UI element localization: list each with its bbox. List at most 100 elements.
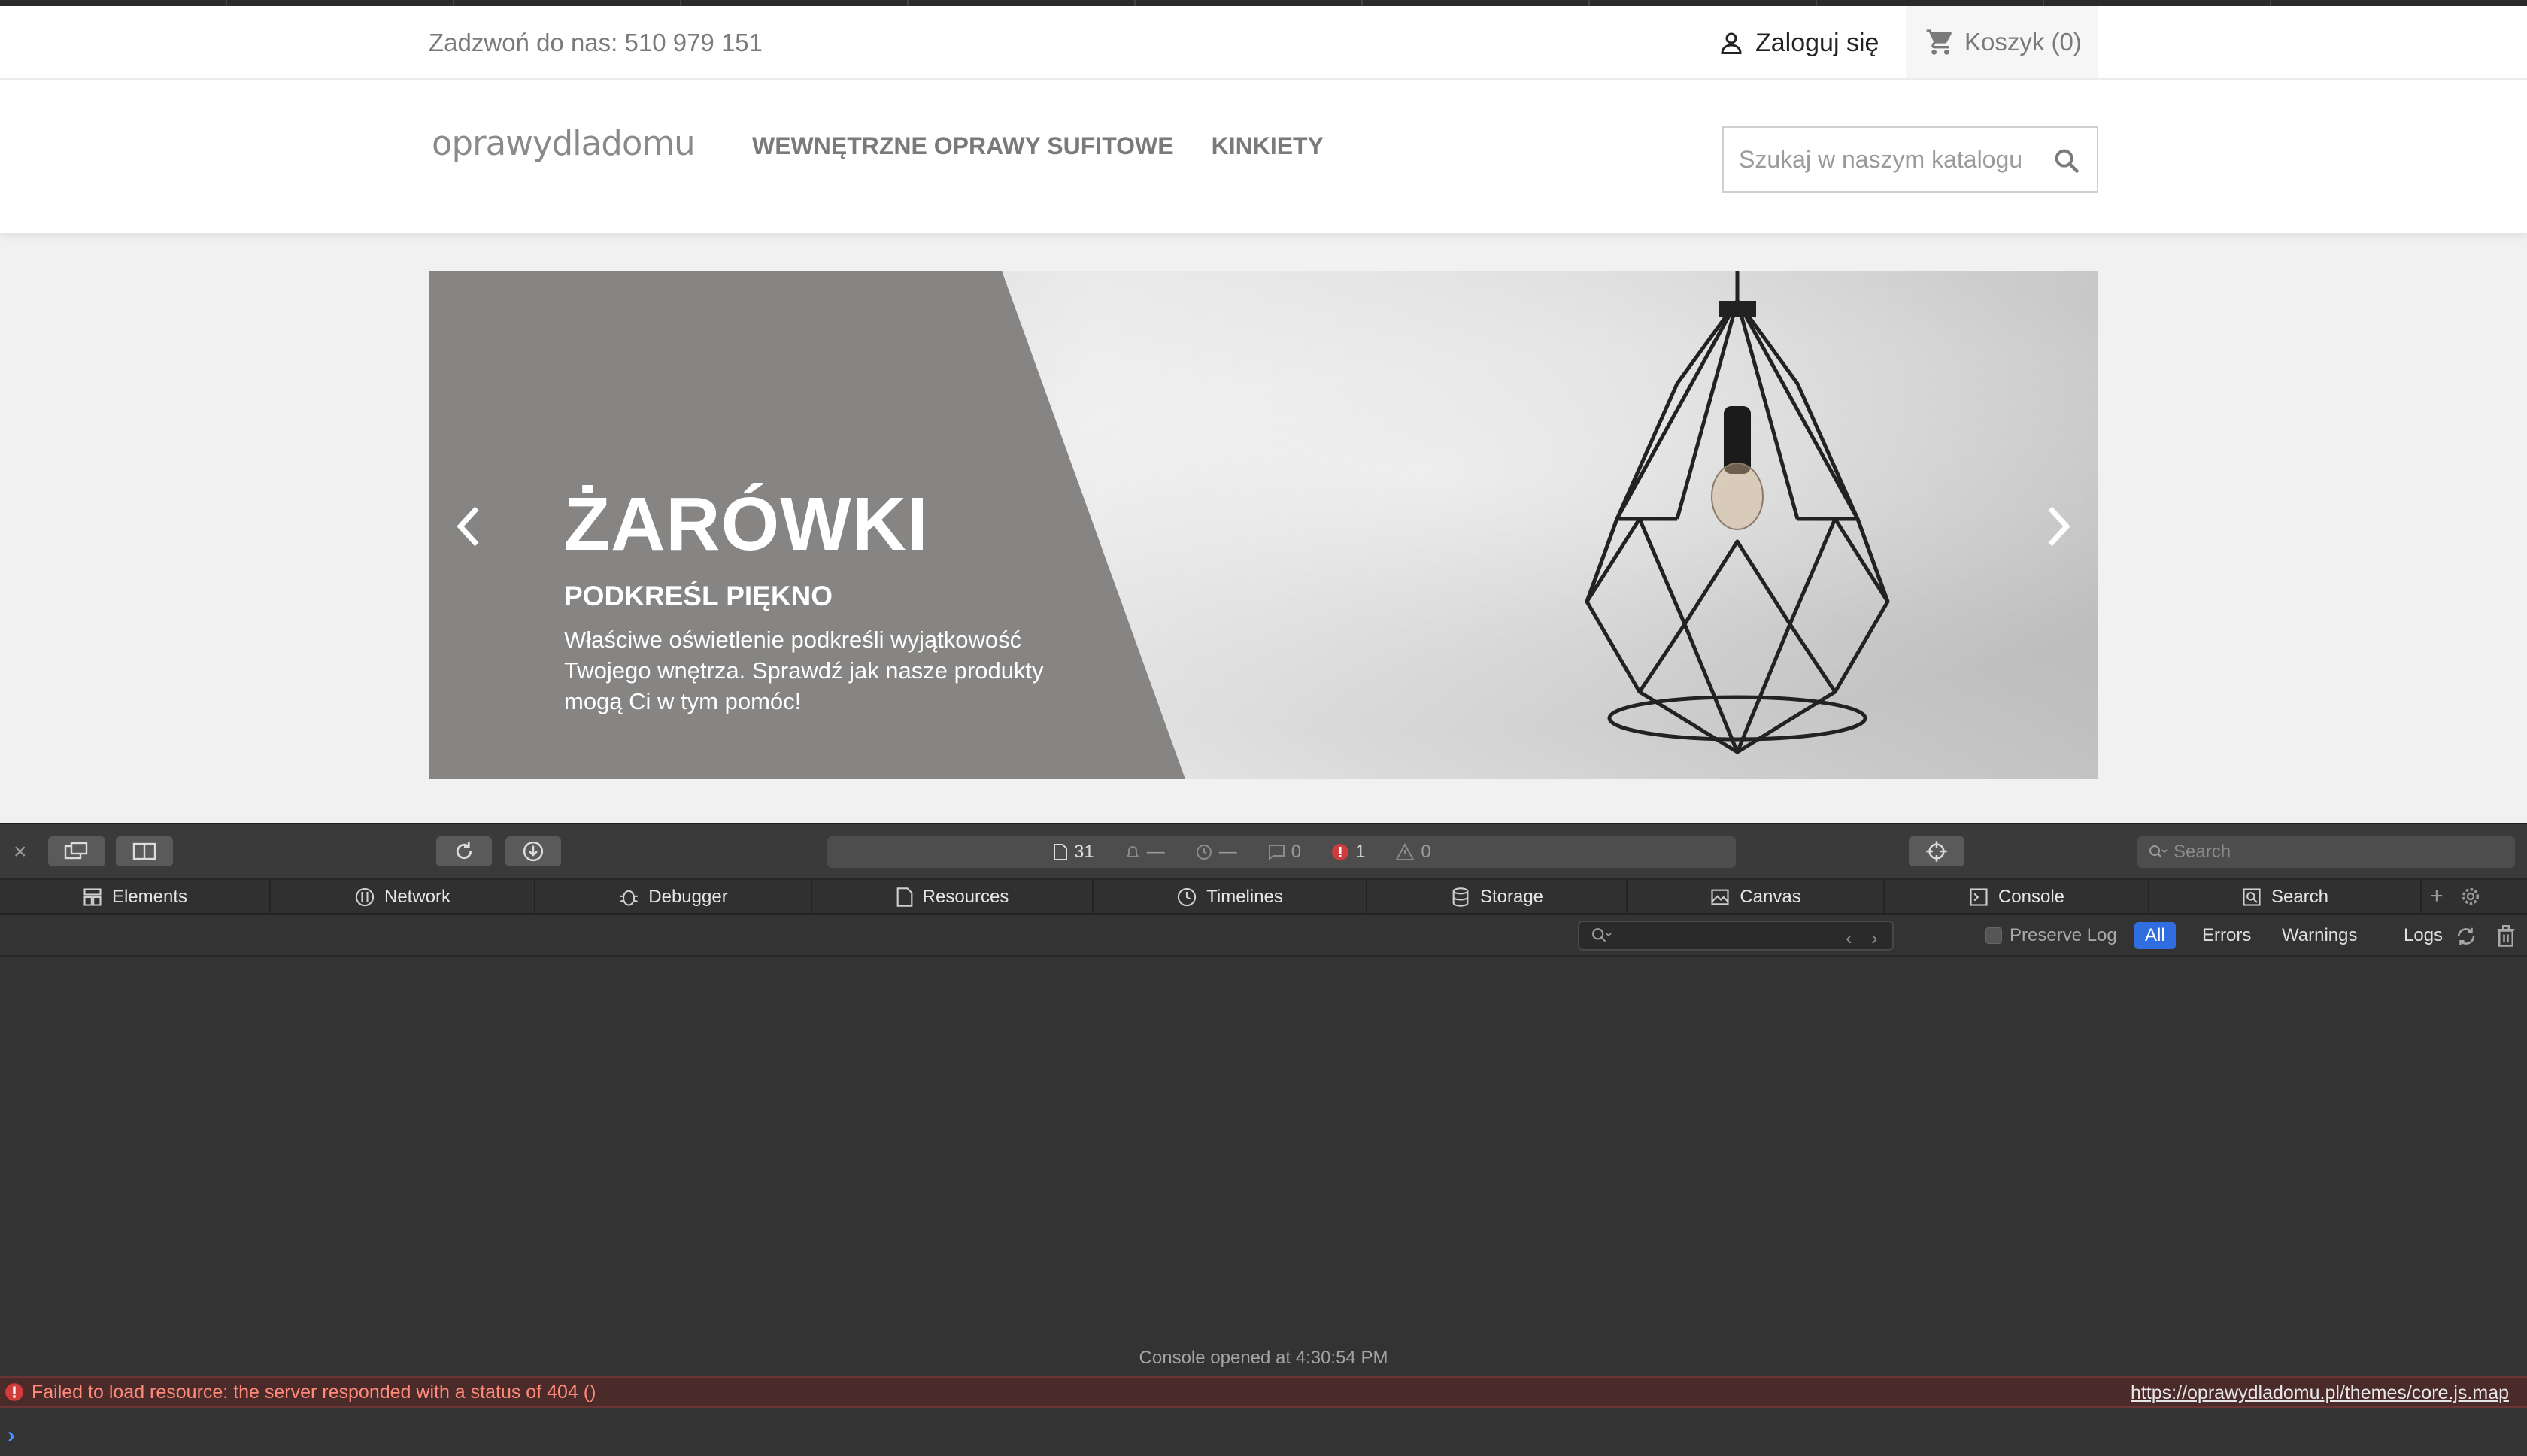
close-icon[interactable]: ×	[14, 841, 27, 863]
cart-button[interactable]: Koszyk (0)	[1906, 6, 2098, 78]
tab-separator	[1134, 0, 1136, 6]
preserve-log-checkbox[interactable]	[1986, 927, 2002, 944]
warning-icon	[1395, 843, 1415, 860]
clock-icon	[1196, 845, 1212, 860]
load-time[interactable]: —	[1124, 842, 1165, 863]
reload-button[interactable]	[436, 836, 492, 866]
tab-bar-extras: +	[2422, 880, 2489, 913]
cart-icon	[1926, 29, 1952, 55]
nav-item-ceiling-lights[interactable]: WEWNĘTRZNE OPRAWY SUFITOWE	[752, 132, 1174, 160]
next-match-icon[interactable]: ›	[1871, 927, 1878, 950]
resources-icon	[896, 887, 913, 907]
element-picker-button[interactable]	[1909, 836, 1964, 866]
error-source-link[interactable]: https://oprawydladomu.pl/themes/core.js.…	[2131, 1382, 2509, 1404]
tab-timelines[interactable]: Timelines	[1094, 880, 1367, 915]
tab-elements[interactable]: Elements	[0, 880, 271, 915]
login-link[interactable]: Zaloguj się	[1718, 17, 1879, 69]
inspector-toolbar: × 31 — — 0 1 0 Search	[0, 824, 2527, 880]
slider-prev-icon[interactable]	[451, 496, 484, 557]
dom-time[interactable]: —	[1195, 842, 1237, 863]
level-logs-button[interactable]: Logs	[2393, 922, 2453, 949]
tab-resources[interactable]: Resources	[812, 880, 1094, 915]
tab-separator	[1816, 0, 1817, 6]
storage-icon	[1452, 887, 1469, 907]
console-prompt-icon[interactable]: ›	[8, 1423, 15, 1448]
trash-icon[interactable]	[2495, 925, 2516, 948]
download-icon	[523, 841, 544, 862]
inspector-tab-bar: Elements Network Debugger Resources Time…	[0, 880, 2527, 915]
load-time-value: —	[1146, 842, 1165, 862]
warning-count[interactable]: 0	[1395, 842, 1431, 863]
tab-search[interactable]: Search	[2149, 880, 2422, 915]
tab-network[interactable]: Network	[271, 880, 535, 915]
hero-slider: ŻARÓWKI PODKREŚL PIĘKNO Właściwe oświetl…	[429, 271, 2098, 779]
search-icon	[2149, 845, 2168, 858]
warning-count-value: 0	[1421, 842, 1431, 862]
tab-label: Console	[1998, 887, 2065, 907]
add-tab-icon[interactable]: +	[2430, 884, 2444, 909]
tab-label: Canvas	[1740, 887, 1801, 907]
canvas-icon	[1711, 889, 1729, 905]
reload-icon	[456, 842, 472, 860]
site-header: oprawydladomu WEWNĘTRZNE OPRAWY SUFITOWE…	[0, 80, 2527, 233]
level-errors-button[interactable]: Errors	[2192, 922, 2262, 949]
tab-separator	[226, 0, 227, 6]
user-icon	[1721, 32, 1742, 54]
resource-count[interactable]: 31	[1053, 842, 1094, 863]
elements-icon	[83, 888, 102, 906]
slide-title: ŻARÓWKI	[564, 482, 929, 566]
gear-icon[interactable]	[2460, 886, 2481, 907]
dock-side-button[interactable]	[116, 836, 173, 866]
tab-label: Storage	[1479, 887, 1544, 907]
slide-description: Właściwe oświetlenie podkreśli wyjątkowo…	[564, 626, 1044, 714]
tab-console[interactable]: Console	[1885, 880, 2149, 915]
detach-window-icon	[64, 842, 88, 860]
message-count-value: 0	[1291, 842, 1302, 862]
cart-label: Koszyk (0)	[1964, 28, 2082, 56]
tab-separator	[1588, 0, 1590, 6]
console-filter-input[interactable]: ‹ ›	[1578, 921, 1894, 951]
tab-canvas[interactable]: Canvas	[1628, 880, 1885, 915]
phone-contact: Zadzwoń do nas: 510 979 151	[429, 29, 763, 56]
network-icon	[355, 887, 375, 907]
tab-separator	[2043, 0, 2044, 6]
console-error-row[interactable]: Failed to load resource: the server resp…	[0, 1376, 2527, 1408]
error-count[interactable]: 1	[1331, 842, 1365, 863]
preserve-log-toggle[interactable]: Preserve Log	[1986, 925, 2117, 946]
timelines-icon	[1177, 887, 1197, 907]
slider-next-icon[interactable]	[2043, 496, 2076, 557]
inspector-search-field[interactable]: Search	[2137, 836, 2515, 868]
tab-separator	[680, 0, 681, 6]
main-nav: WEWNĘTRZNE OPRAWY SUFITOWE KINKIETY	[752, 132, 1324, 160]
resource-count-value: 31	[1074, 842, 1094, 862]
inspector-search-placeholder: Search	[2174, 842, 2231, 862]
clear-on-reload-icon[interactable]	[2455, 925, 2477, 948]
tab-separator	[453, 0, 454, 6]
catalog-search-input[interactable]	[1739, 141, 2040, 177]
tab-debugger[interactable]: Debugger	[535, 880, 812, 915]
error-message: Failed to load resource: the server resp…	[32, 1381, 596, 1403]
detach-window-button[interactable]	[48, 836, 105, 866]
site-logo[interactable]: oprawydladomu	[432, 123, 696, 163]
tab-label: Resources	[922, 887, 1009, 907]
nav-item-wall-lights[interactable]: KINKIETY	[1212, 132, 1324, 160]
search-icon[interactable]	[2052, 146, 2082, 176]
document-icon	[1054, 844, 1067, 860]
inspector-status-bar: 31 — — 0 1 0	[827, 836, 1736, 868]
level-all-button[interactable]: All	[2134, 922, 2176, 949]
error-count-value: 1	[1355, 842, 1366, 862]
console-icon	[1970, 888, 1988, 906]
error-icon	[1332, 844, 1349, 860]
tab-separator	[2270, 0, 2271, 6]
tab-label: Timelines	[1206, 887, 1283, 907]
pendant-lamp-image	[1585, 271, 1890, 754]
previous-match-icon[interactable]: ‹	[1846, 927, 1852, 950]
tab-label: Search	[2271, 887, 2329, 907]
download-archive-button[interactable]	[505, 836, 561, 866]
level-warnings-button[interactable]: Warnings	[2271, 922, 2368, 949]
message-count[interactable]: 0	[1267, 842, 1301, 863]
tab-separator	[907, 0, 909, 6]
tab-storage[interactable]: Storage	[1367, 880, 1628, 915]
filter-search-icon	[1592, 928, 1612, 942]
tab-label: Debugger	[648, 887, 728, 907]
